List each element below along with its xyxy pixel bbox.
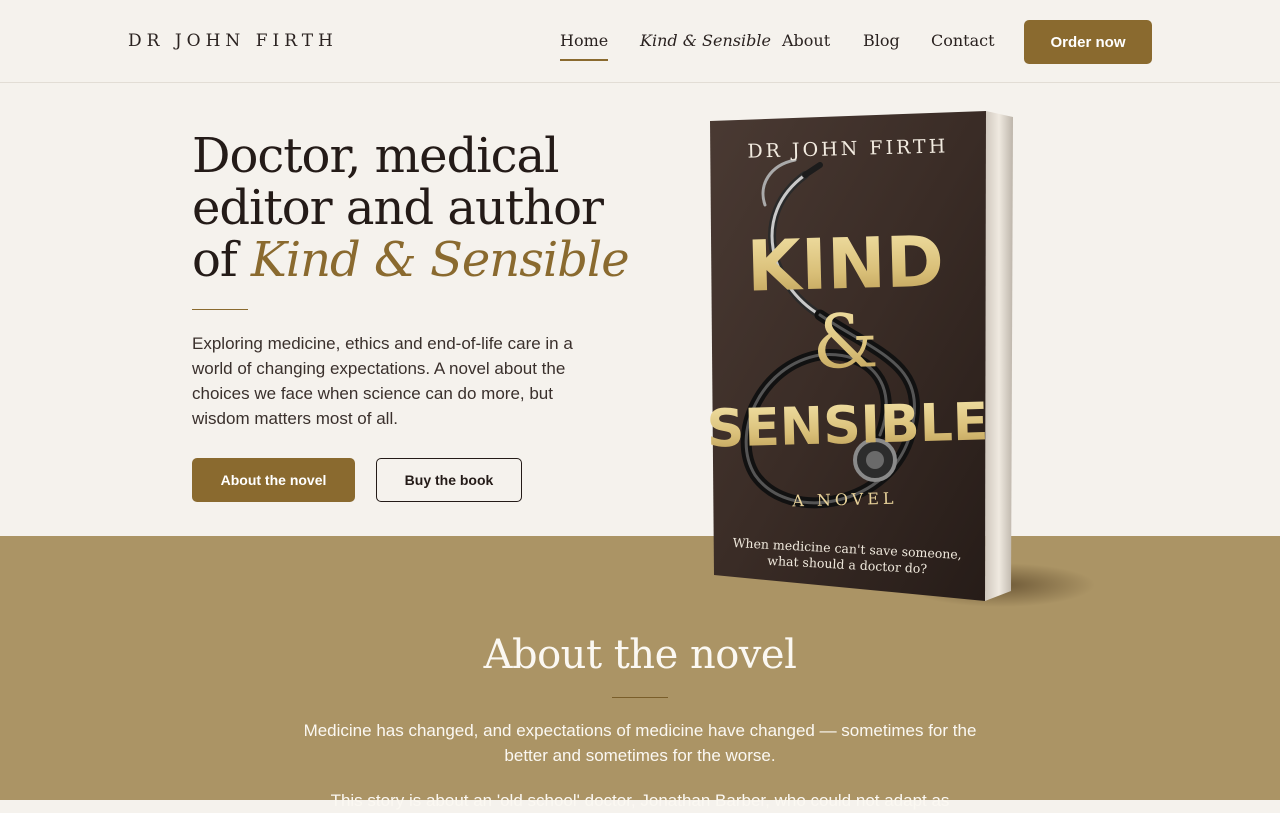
site-header: DR JOHN FIRTH Home Kind & Sensible About…: [0, 0, 1280, 83]
book-pages: [985, 111, 1013, 601]
hero-title-book-name: Kind & Sensible: [250, 232, 630, 288]
about-divider: [612, 697, 668, 698]
cover-title-word1: KIND: [746, 220, 945, 307]
order-now-button[interactable]: Order now: [1024, 20, 1152, 64]
about-paragraph-1: Medicine has changed, and expectations o…: [303, 721, 977, 765]
hero-title-prefix: of: [192, 232, 251, 288]
hero-title: Doctor, medical editor and author of Kin…: [192, 130, 652, 286]
nav-contact[interactable]: Contact: [931, 31, 995, 59]
nav-blog[interactable]: Blog: [863, 31, 900, 59]
buy-the-book-button[interactable]: Buy the book: [376, 458, 522, 502]
book-cover-image: DR JOHN FIRTH KIND & SENSIBLE A NOVEL Wh…: [700, 105, 1100, 615]
site-brand[interactable]: DR JOHN FIRTH: [128, 31, 338, 51]
cover-subtitle: A NOVEL: [791, 489, 898, 511]
nav-home[interactable]: Home: [560, 31, 609, 61]
about-heading: About the novel: [483, 632, 797, 678]
about-paragraph-2: This story is about an 'old school' doct…: [330, 791, 950, 810]
nav-kind-and-sensible[interactable]: Kind & Sensible: [640, 31, 771, 59]
cover-ampersand: &: [811, 298, 879, 386]
nav-about[interactable]: About: [782, 31, 830, 59]
hero-title-line2: editor and author: [192, 180, 604, 236]
cover-title-word2: SENSIBLE: [706, 392, 989, 459]
about-the-novel-button[interactable]: About the novel: [192, 458, 355, 502]
hero-divider: [192, 309, 248, 310]
hero-description: Exploring medicine, ethics and end-of-li…: [192, 334, 573, 428]
hero-title-line1: Doctor, medical: [192, 128, 559, 184]
